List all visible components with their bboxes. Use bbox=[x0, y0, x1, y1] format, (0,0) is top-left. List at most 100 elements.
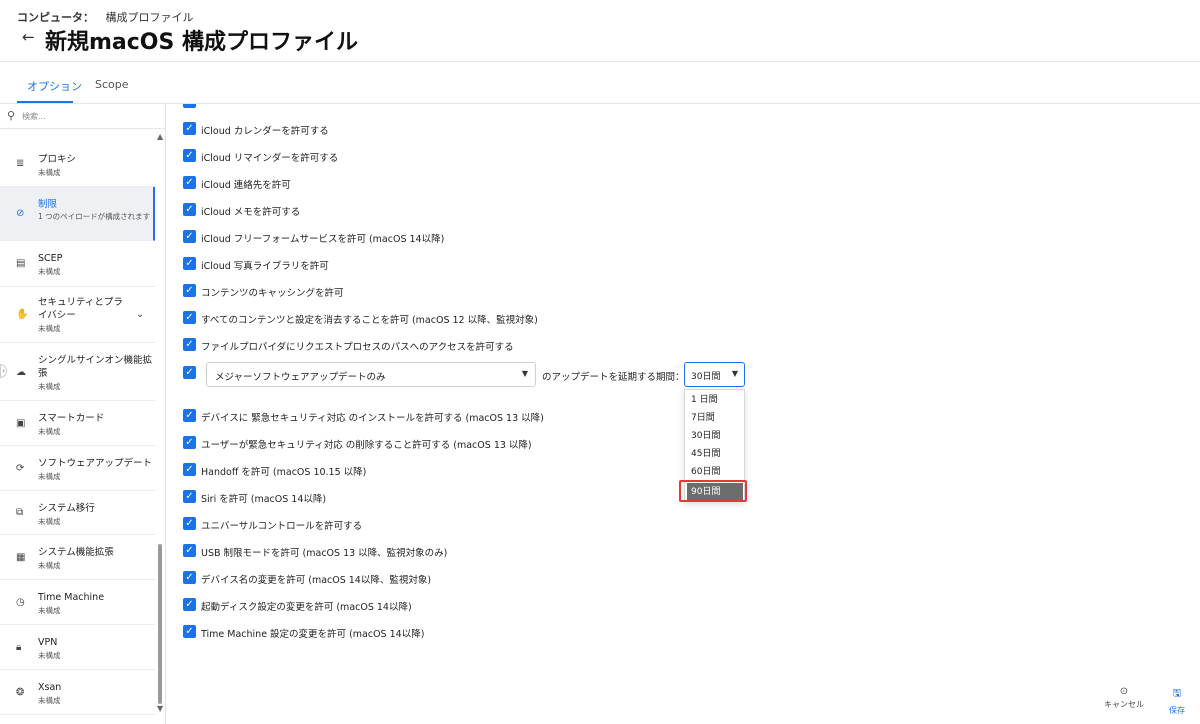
sidebar-item-time-machine[interactable]: ◷ Time Machine 未構成 bbox=[0, 580, 155, 625]
dropdown-option[interactable]: 30日間 bbox=[685, 427, 744, 445]
sidebar-item-system-extensions[interactable]: ▦ システム機能拡張 未構成 bbox=[0, 535, 155, 580]
dropdown-option[interactable]: 7日間 bbox=[685, 409, 744, 427]
sidebar-item-label: シングルサインオン機能拡 bbox=[38, 355, 153, 366]
breadcrumb-root[interactable]: コンピュータ： bbox=[17, 11, 94, 24]
sidebar-item-label: イバシー bbox=[38, 310, 76, 321]
dropdown-option[interactable]: 60日間 bbox=[685, 463, 744, 481]
option-label: ユニバーサルコントロールを許可する bbox=[201, 521, 363, 532]
clock-icon: ◷ bbox=[16, 597, 25, 608]
sidebar-item-status: 未構成 bbox=[38, 651, 61, 660]
checkbox-checked[interactable]: ✓ bbox=[183, 463, 196, 476]
checkbox-checked[interactable]: ✓ bbox=[183, 122, 196, 135]
certificate-icon: ▤ bbox=[16, 258, 26, 269]
chevron-down-icon[interactable]: ⌄ bbox=[136, 309, 144, 320]
checkbox-checked[interactable]: ✓ bbox=[183, 436, 196, 449]
sidebar-item-restrictions[interactable]: ⊘ 制限 1 つのペイロードが構成されます bbox=[0, 187, 155, 241]
checkbox-checked[interactable]: ✓ bbox=[183, 490, 196, 503]
search-icon: ⚲ bbox=[7, 109, 16, 122]
checkbox-checked[interactable]: ✓ bbox=[183, 149, 196, 162]
defer-period-value: 30日間 bbox=[691, 372, 721, 382]
sidebar-item-label: プロキシ bbox=[38, 154, 77, 165]
option-label: デバイス名の変更を許可 (macOS 14以降、監視対象) bbox=[201, 575, 432, 586]
option-label: iCloud メモを許可する bbox=[201, 207, 301, 218]
sidebar-item-label: ソフトウェアアップデート bbox=[38, 458, 153, 469]
checkbox-checked[interactable]: ✓ bbox=[183, 311, 196, 324]
sidebar-item-sso[interactable]: ☁ シングルサインオン機能拡 張 未構成 bbox=[0, 343, 155, 401]
checkbox-checked[interactable]: ✓ bbox=[183, 366, 196, 379]
sidebar-scrollbar[interactable] bbox=[158, 544, 162, 704]
restriction-icon: ⊘ bbox=[16, 208, 25, 219]
option-label: ユーザーが緊急セキュリティ対応 の削除すること許可する (macOS 13 以降… bbox=[201, 440, 532, 451]
smartcard-icon: ▣ bbox=[16, 418, 26, 429]
page-title: 新規macOS 構成プロファイル bbox=[45, 30, 359, 55]
sidebar-item-scep[interactable]: ▤ SCEP 未構成 bbox=[0, 241, 155, 287]
sidebar-item-status: 未構成 bbox=[38, 324, 61, 333]
scroll-down-arrow-icon[interactable]: ▼ bbox=[157, 704, 163, 713]
option-label: Time Machine 設定の変更を許可 (macOS 14以降) bbox=[201, 629, 425, 640]
option-label: iCloud 連絡先を許可 bbox=[201, 180, 291, 191]
tab-bar: オプション Scope bbox=[0, 63, 1200, 104]
tab-scope[interactable]: Scope bbox=[95, 78, 129, 91]
active-tab-indicator bbox=[17, 101, 73, 103]
sidebar-item-status: 未構成 bbox=[38, 382, 61, 391]
migration-icon: ⧉ bbox=[16, 507, 24, 518]
sidebar-item-status: 未構成 bbox=[38, 472, 61, 481]
checkbox-checked[interactable]: ✓ bbox=[183, 203, 196, 216]
sidebar-item-status: 未構成 bbox=[38, 267, 61, 276]
restrictions-options-panel: ✓ ✓ iCloud カレンダーを許可する ✓ iCloud リマインダーを許可… bbox=[166, 104, 1200, 724]
sidebar-item-label: Time Machine bbox=[38, 592, 105, 603]
breadcrumb: コンピュータ： 構成プロファイル bbox=[17, 9, 194, 25]
dropdown-option[interactable]: 45日間 bbox=[685, 445, 744, 463]
checkbox-checked[interactable]: ✓ bbox=[183, 230, 196, 243]
sidebar-item-status: 未構成 bbox=[38, 561, 61, 570]
sidebar-search[interactable]: ⚲ 検索... bbox=[0, 104, 165, 129]
sidebar-item-system-migration[interactable]: ⧉ システム移行 未構成 bbox=[0, 491, 155, 535]
defer-period-label: のアップデートを延期する期間： bbox=[542, 372, 685, 383]
option-label: デバイスに 緊急セキュリティ対応 のインストールを許可する (macOS 13 … bbox=[201, 413, 544, 424]
option-label: iCloud リマインダーを許可する bbox=[201, 153, 339, 164]
checkbox-checked[interactable]: ✓ bbox=[183, 598, 196, 611]
sidebar-item-status: 1 つのペイロードが構成されます bbox=[38, 212, 151, 221]
tab-options[interactable]: オプション bbox=[27, 78, 82, 94]
sidebar-item-software-update[interactable]: ⟳ ソフトウェアアップデート 未構成 bbox=[0, 446, 155, 491]
sidebar-item-smartcard[interactable]: ▣ スマートカード 未構成 bbox=[0, 401, 155, 446]
cancel-button[interactable]: ⊙ キャンセル bbox=[1102, 686, 1146, 710]
checkbox-checked[interactable]: ✓ bbox=[183, 571, 196, 584]
option-label: Handoff を許可 (macOS 10.15 以降) bbox=[201, 467, 367, 478]
dropdown-option[interactable]: 1 日間 bbox=[685, 391, 744, 409]
checkbox-checked[interactable]: ✓ bbox=[183, 409, 196, 422]
dropdown-arrow-icon: ▼ bbox=[731, 369, 738, 378]
page-header: コンピュータ： 構成プロファイル ← 新規macOS 構成プロファイル bbox=[0, 0, 1200, 62]
defer-period-select[interactable]: 30日間 ▼ bbox=[684, 362, 745, 387]
xsan-icon: ❂ bbox=[16, 687, 25, 698]
checkbox-checked[interactable]: ✓ bbox=[183, 338, 196, 351]
checkbox-checked[interactable]: ✓ bbox=[183, 544, 196, 557]
checkbox-checked[interactable]: ✓ bbox=[183, 625, 196, 638]
option-label: iCloud 写真ライブラリを許可 bbox=[201, 261, 329, 272]
highlight-box bbox=[679, 480, 747, 502]
sidebar-item-vpn[interactable]: 🔒︎ VPN 未構成 bbox=[0, 625, 155, 670]
hand-icon: ✋ bbox=[16, 309, 29, 320]
sidebar-item-label: 制限 bbox=[38, 199, 58, 210]
proxy-icon: ≣ bbox=[16, 158, 25, 169]
sidebar-item-xsan[interactable]: ❂ Xsan 未構成 bbox=[0, 670, 155, 715]
update-type-select[interactable]: メジャーソフトウェアアップデートのみ ▼ bbox=[206, 362, 536, 387]
checkbox-checked[interactable]: ✓ bbox=[183, 257, 196, 270]
sidebar-item-label: SCEP bbox=[38, 253, 63, 264]
sidebar-item-security-privacy[interactable]: ✋ セキュリティとプラ イバシー 未構成 ⌄ bbox=[0, 287, 155, 343]
sidebar-item-proxy[interactable]: ≣ プロキシ 未構成 bbox=[0, 142, 155, 187]
checkbox-checked[interactable]: ✓ bbox=[183, 284, 196, 297]
scroll-up-arrow-icon[interactable]: ▲ bbox=[157, 132, 163, 141]
sidebar-item-label: 張 bbox=[38, 368, 48, 379]
cancel-icon: ⊙ bbox=[1119, 686, 1129, 697]
sidebar-item-label: Xsan bbox=[38, 682, 62, 693]
checkbox-checked[interactable]: ✓ bbox=[183, 517, 196, 530]
dropdown-arrow-icon: ▼ bbox=[521, 369, 528, 378]
refresh-icon: ⟳ bbox=[16, 463, 25, 474]
back-arrow-icon[interactable]: ← bbox=[22, 28, 35, 46]
checkbox-checked[interactable]: ✓ bbox=[183, 176, 196, 189]
checkbox-checked[interactable]: ✓ bbox=[183, 104, 196, 108]
option-label: ファイルプロバイダにリクエストプロセスのパスへのアクセスを許可する bbox=[201, 342, 514, 353]
search-input[interactable]: 検索... bbox=[22, 111, 46, 122]
save-button[interactable]: 🖫︎ 保存 bbox=[1166, 686, 1188, 716]
